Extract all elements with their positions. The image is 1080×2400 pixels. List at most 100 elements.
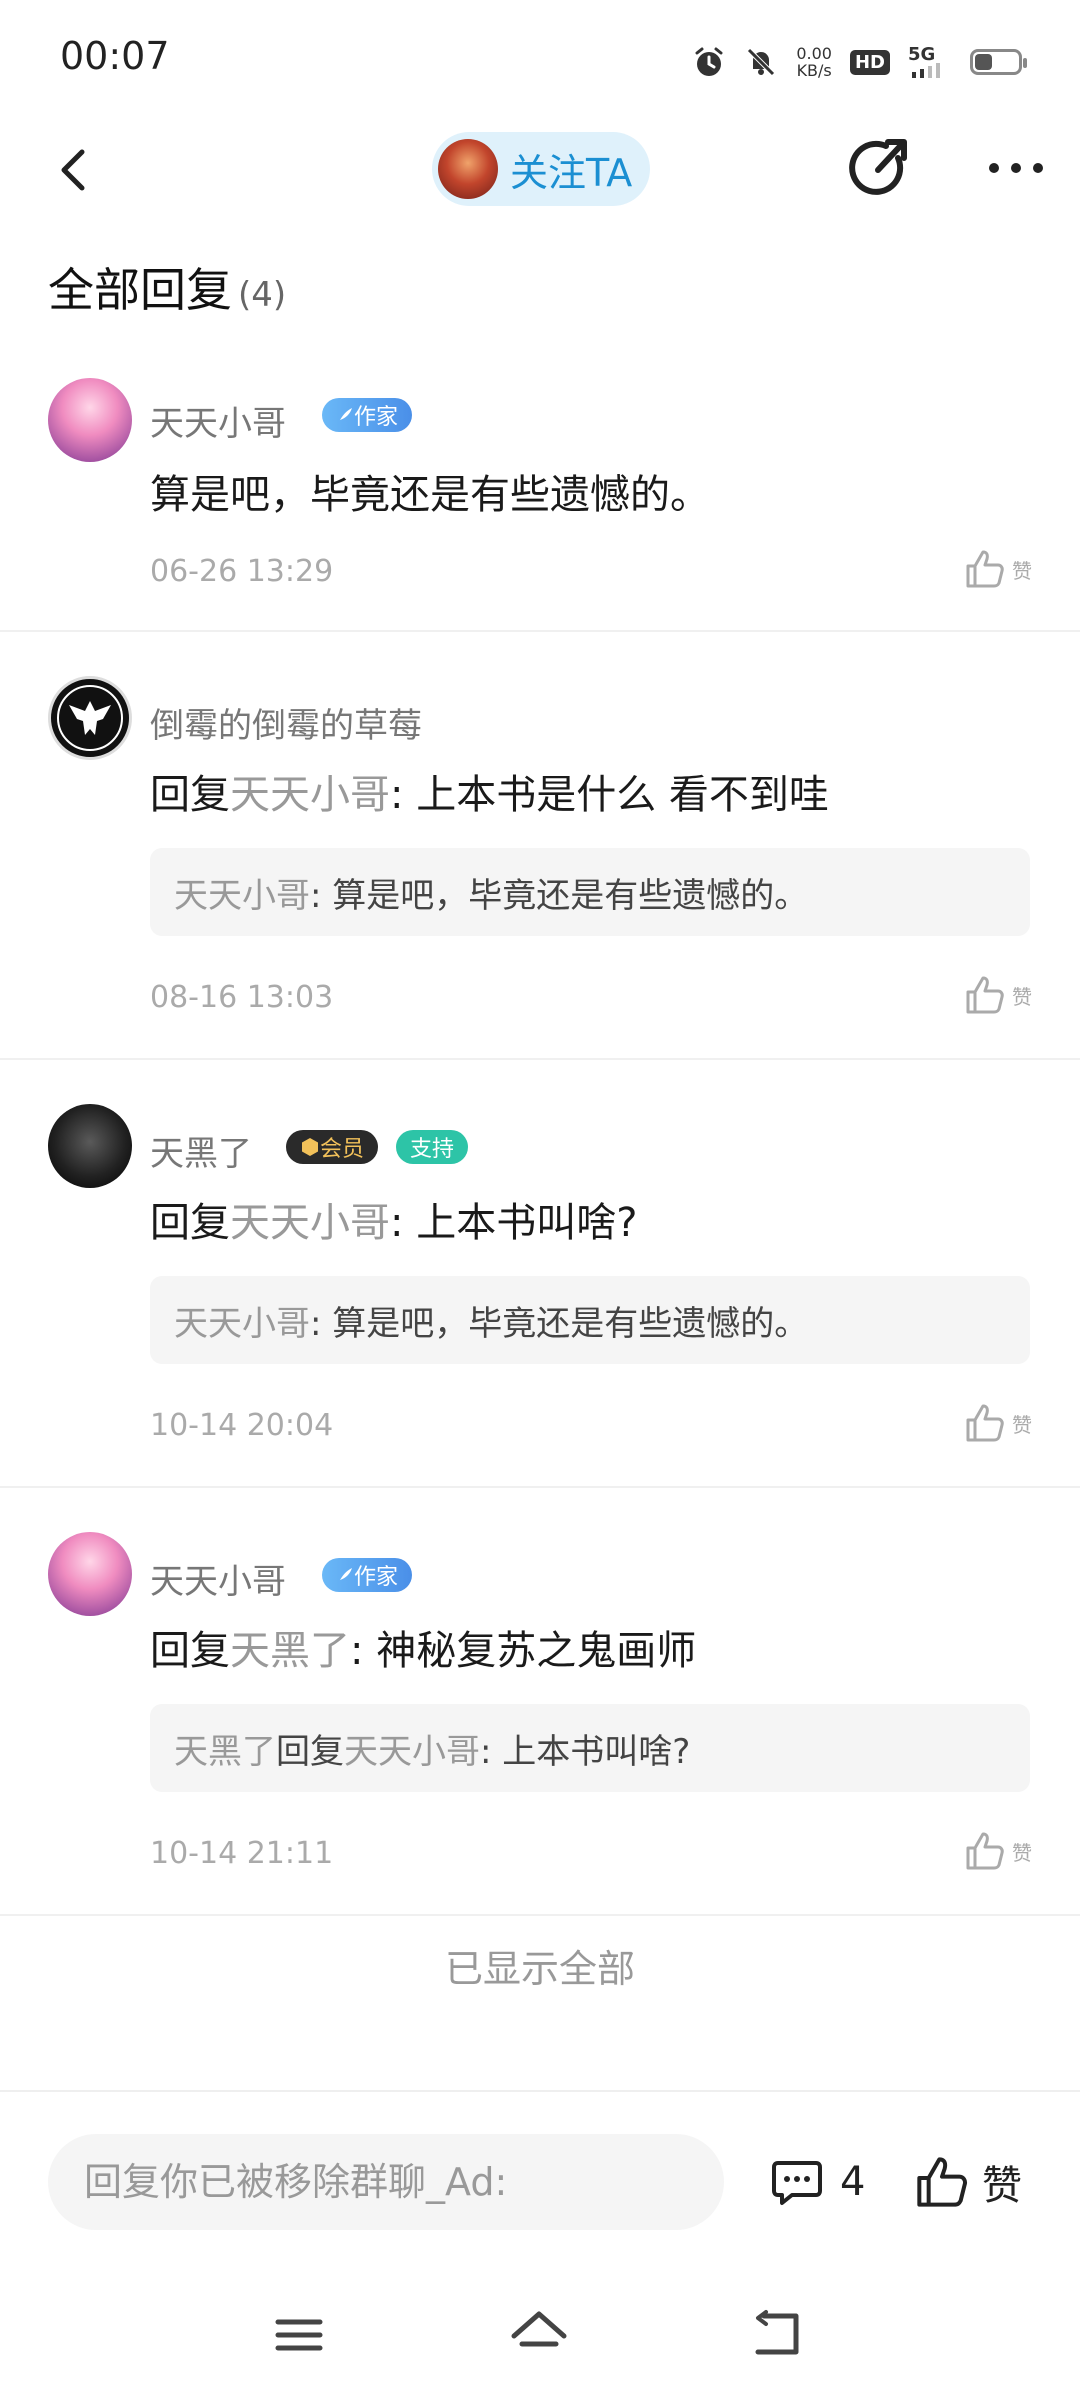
hd-icon: HD (849, 49, 890, 75)
reply-bar: 4 赞 (0, 2128, 1080, 2238)
back-icon[interactable] (40, 134, 110, 204)
comment-text[interactable]: 算是吧，毕竟还是有些遗憾的。 (150, 462, 710, 520)
like-label: 赞 (1012, 984, 1032, 1009)
comment-timestamp: 08-16 13:03 (150, 980, 334, 1015)
quoted-reply[interactable]: 天黑了 回复 天天小哥: 上本书叫啥? (150, 1704, 1030, 1792)
like-button[interactable]: 赞 (964, 1830, 1032, 1872)
follow-button[interactable]: 关注TA (432, 132, 650, 206)
badge-label: 支持 (410, 1137, 455, 1162)
quote-reply-word: 回复 (276, 1731, 344, 1772)
share-icon[interactable] (840, 128, 920, 208)
status-time: 00:07 (60, 34, 170, 78)
all-shown-note: 已显示全部 (444, 1947, 635, 1991)
comment-timestamp: 10-14 20:04 (150, 1408, 334, 1443)
reply-prefix: 回复 (150, 772, 230, 818)
comment-timestamp: 06-26 13:29 (150, 554, 334, 589)
status-icons: 0.00 KB/s HD 5G (692, 38, 1027, 86)
network-label: 5G (908, 44, 936, 65)
hexagon-icon (302, 1138, 318, 1156)
quoted-reply[interactable]: 天天小哥: 算是吧，毕竟还是有些遗憾的。 (150, 1276, 1030, 1364)
author-avatar (438, 139, 498, 199)
follow-label: 关注TA (510, 150, 633, 195)
menu-icon[interactable] (264, 2300, 334, 2370)
mention-link[interactable]: 天天小哥 (230, 1200, 390, 1246)
comment-text[interactable]: 回复天黑了: 神秘复苏之鬼画师 (150, 1618, 696, 1676)
battery-icon (970, 49, 1027, 75)
like-label: 赞 (1012, 1840, 1032, 1865)
comment-text[interactable]: 回复天天小哥: 上本书是什么 看不到哇 (150, 762, 829, 820)
like-label: 赞 (1012, 1412, 1032, 1437)
comment-username[interactable]: 天黑了 (150, 1126, 252, 1175)
quote-text: : 算是吧，毕竟还是有些遗憾的。 (310, 1303, 809, 1344)
quote-author: 天天小哥 (174, 1303, 310, 1344)
reply-prefix: 回复 (150, 1200, 230, 1246)
feather-icon (339, 408, 352, 422)
section-title-text: 全部回复 (48, 263, 232, 317)
like-button[interactable]: 赞 (964, 1402, 1032, 1444)
comment-username[interactable]: 天天小哥 (150, 396, 286, 445)
comment-bubble-icon (772, 2161, 822, 2205)
comment-timestamp: 10-14 21:11 (150, 1836, 334, 1871)
divider (0, 2090, 1080, 2092)
writer-badge: 作家 (322, 1558, 413, 1592)
quote-reply-target: 天天小哥 (344, 1731, 480, 1772)
comment-body: 算是吧，毕竟还是有些遗憾的。 (150, 472, 710, 518)
net-speed: 0.00 KB/s (796, 45, 832, 79)
avatar[interactable] (48, 1532, 132, 1616)
comment-item: 天黑了 会员 支持 回复天天小哥: 上本书叫啥? 天天小哥: 算是吧，毕竟还是有… (0, 1060, 1080, 1488)
avatar[interactable] (48, 378, 132, 462)
support-badge: 支持 (396, 1130, 469, 1164)
system-nav-bar (0, 2300, 1080, 2370)
thumbs-up-icon (917, 2157, 967, 2207)
comments-button[interactable]: 4 (770, 2142, 865, 2222)
net-speed-value: 0.00 (796, 44, 832, 63)
thumbs-up-icon (966, 1404, 1004, 1442)
quote-author: 天黑了 (174, 1731, 276, 1772)
badge-label: 作家 (354, 1565, 399, 1590)
badge-label: 会员 (320, 1137, 365, 1162)
comment-item: 倒霉的倒霉的草莓 回复天天小哥: 上本书是什么 看不到哇 天天小哥: 算是吧，毕… (0, 632, 1080, 1060)
feather-icon (339, 1568, 352, 1582)
avatar[interactable] (48, 676, 132, 760)
mute-bell-icon (747, 48, 776, 76)
5g-signal-icon: 5G (908, 44, 952, 80)
back-nav-icon[interactable] (744, 2300, 814, 2370)
comment-item: 天天小哥 作家 算是吧，毕竟还是有些遗憾的。 06-26 13:29 赞 (0, 358, 1080, 632)
thumbs-up-icon (966, 1832, 1004, 1870)
section-title: 全部回复 (4) (48, 254, 286, 320)
like-button[interactable]: 赞 (964, 548, 1032, 590)
like-button[interactable]: 赞 (964, 974, 1032, 1016)
comment-username[interactable]: 天天小哥 (150, 1554, 286, 1603)
reply-input[interactable] (48, 2134, 724, 2230)
top-nav-bar: 关注TA (0, 120, 1080, 220)
quote-text: : 上本书叫啥? (480, 1731, 691, 1772)
vip-badge: 会员 (286, 1130, 379, 1164)
reply-count: (4) (238, 275, 287, 315)
thumbs-up-icon (966, 976, 1004, 1014)
like-post-label: 赞 (982, 2163, 1022, 2209)
net-speed-unit: KB/s (796, 61, 832, 80)
avatar[interactable] (48, 1104, 132, 1188)
like-post-button[interactable]: 赞 (914, 2142, 1022, 2222)
mention-link[interactable]: 天天小哥 (230, 772, 390, 818)
mention-link[interactable]: 天黑了 (230, 1628, 350, 1674)
comment-username[interactable]: 倒霉的倒霉的草莓 (150, 698, 422, 747)
reply-prefix: 回复 (150, 1628, 230, 1674)
quote-author: 天天小哥 (174, 875, 310, 916)
status-bar: 00:07 0.00 KB/s HD 5G (0, 0, 1080, 120)
alarm-icon (695, 47, 723, 76)
badge-label: 作家 (354, 405, 399, 430)
comment-item: 天天小哥 作家 回复天黑了: 神秘复苏之鬼画师 天黑了 回复 天天小哥: 上本书叫啥… (0, 1488, 1080, 1916)
comment-body: : 神秘复苏之鬼画师 (350, 1628, 697, 1674)
thumbs-up-icon (966, 550, 1004, 588)
comment-text[interactable]: 回复天天小哥: 上本书叫啥? (150, 1190, 637, 1248)
writer-badge: 作家 (322, 398, 413, 432)
quote-text: : 算是吧，毕竟还是有些遗憾的。 (310, 875, 809, 916)
home-icon[interactable] (504, 2300, 574, 2370)
comment-count: 4 (840, 2159, 866, 2205)
quoted-reply[interactable]: 天天小哥: 算是吧，毕竟还是有些遗憾的。 (150, 848, 1030, 936)
like-label: 赞 (1012, 558, 1032, 583)
more-icon[interactable] (976, 128, 1056, 208)
eagle-emblem-icon (57, 685, 123, 751)
comment-body: : 上本书叫啥? (390, 1200, 638, 1246)
